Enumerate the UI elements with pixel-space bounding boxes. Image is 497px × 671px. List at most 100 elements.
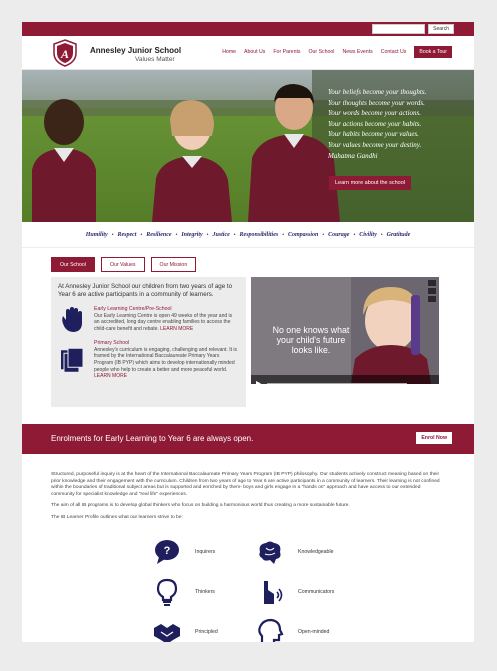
separator-dot: •	[233, 231, 236, 238]
search-button[interactable]: Search	[428, 24, 454, 34]
nav-about-us[interactable]: About Us	[244, 49, 265, 55]
profile-label: Thinkers	[195, 589, 215, 595]
video-caption: No one knows what your child's future lo…	[272, 325, 350, 355]
enrolment-banner: Enrolments for Early Learning to Year 6 …	[22, 424, 474, 454]
hero-section: Your beliefs become your thoughts. Your …	[22, 70, 474, 222]
separator-dot: •	[282, 231, 284, 238]
video-player[interactable]: No one knows what your child's future lo…	[251, 277, 439, 384]
quote-line: Your words become your actions.	[328, 109, 422, 118]
head-icon	[258, 618, 284, 642]
profile-communicators: Communicators	[256, 578, 334, 606]
video-side-controls	[428, 280, 436, 302]
school-tagline: Values Matter	[135, 56, 175, 63]
separator-dot: •	[206, 231, 209, 238]
books-icon	[61, 347, 84, 373]
quote-line: Your thoughts become your words.	[328, 98, 425, 107]
separator-dot: •	[322, 231, 325, 238]
feature-title: Early Learning Centre/Pre-School	[94, 305, 172, 312]
value-item: Resilience	[146, 231, 172, 238]
quote-line: Your actions become your habits.	[328, 119, 422, 128]
handshake-icon	[154, 624, 180, 642]
lightbulb-icon	[156, 578, 178, 606]
quote-attribution: Mahatma Gandhi	[328, 151, 378, 160]
feature-text: Our Early Learning Centre is open 49 wee…	[94, 313, 239, 333]
hero-quote: Your beliefs become your thoughts. Your …	[328, 87, 426, 161]
share-icon[interactable]	[428, 296, 436, 302]
speech-bubble-icon: ?	[155, 540, 179, 564]
profile-inquirers: ? Inquirers	[153, 538, 215, 566]
like-icon[interactable]	[428, 280, 436, 286]
main-nav: Home About Us For Parents Our School New…	[222, 46, 452, 58]
svg-text:A: A	[60, 47, 69, 61]
top-bar: Search	[22, 22, 474, 36]
body-paragraph: The IB Learner Profile outlines what our…	[51, 514, 183, 520]
tab-our-mission[interactable]: Our Mission	[150, 257, 197, 272]
feature-early-learning: Early Learning Centre/Pre-School Our Ear…	[58, 306, 239, 334]
nav-contact-us[interactable]: Contact Us	[381, 49, 407, 55]
profile-open-minded: Open-minded	[256, 618, 329, 642]
separator-dot: •	[175, 231, 178, 238]
our-school-panel: At Annesley Junior School our children f…	[51, 277, 246, 407]
separator-dot: •	[353, 231, 356, 238]
separator-dot: •	[111, 231, 114, 238]
feature-body: Early Learning Centre/Pre-School Our Ear…	[94, 306, 239, 334]
feature-description: Annesley's curriculum is engaging, chall…	[94, 346, 237, 373]
book-a-tour-button[interactable]: Book a Tour	[414, 46, 452, 58]
watch-later-icon[interactable]	[428, 288, 436, 294]
play-icon[interactable]	[251, 379, 439, 384]
learn-more-link[interactable]: LEARN MORE	[94, 373, 127, 379]
separator-dot: •	[140, 231, 143, 238]
value-item: Civility	[359, 231, 377, 238]
nav-our-school[interactable]: Our School	[309, 49, 335, 55]
feature-title: Primary School	[94, 339, 130, 346]
search-input[interactable]	[372, 24, 426, 34]
value-item: Courage	[328, 231, 350, 238]
profile-knowledgeable: Knowledgeable	[256, 538, 333, 566]
feature-text: Annesley's curriculum is engaging, chall…	[94, 347, 239, 381]
nav-news-events[interactable]: News Events	[342, 49, 372, 55]
banner-text: Enrolments for Early Learning to Year 6 …	[51, 434, 254, 443]
nav-for-parents[interactable]: For Parents	[273, 49, 300, 55]
site-header: A Annesley Junior School Values Matter H…	[22, 36, 474, 70]
value-item: Respect	[117, 231, 137, 238]
brain-icon	[259, 541, 281, 564]
profile-principled: Principled	[153, 618, 218, 642]
profile-label: Inquirers	[195, 549, 216, 555]
value-item: Humility	[85, 231, 108, 238]
search-form: Search	[372, 24, 454, 34]
learn-more-button[interactable]: Learn more about the school	[329, 176, 412, 190]
enrol-now-button[interactable]: Enrol Now	[416, 432, 452, 444]
megaphone-icon	[264, 581, 283, 604]
value-item: Responsibilities	[239, 231, 279, 238]
school-crest-logo[interactable]: A	[52, 39, 78, 67]
body-paragraph: Structured, purposeful inquiry is at the…	[51, 472, 440, 497]
separator-dot: •	[380, 231, 383, 238]
values-strip: Humility • Respect • Resilience • Integrity…	[22, 222, 474, 248]
profile-label: Open-minded	[298, 629, 330, 635]
tab-our-values[interactable]: Our Values	[100, 257, 145, 272]
ib-program-section: Structured, purposeful inquiry is at the…	[51, 472, 445, 527]
value-item: Justice	[212, 231, 230, 238]
quote-line: Your habits become your values.	[328, 130, 419, 139]
nav-home[interactable]: Home	[222, 49, 236, 55]
tab-our-school[interactable]: Our School	[51, 257, 95, 272]
quote-line: Your beliefs become your thoughts.	[328, 88, 427, 96]
quote-line: Your values become your destiny.	[328, 140, 422, 149]
body-paragraph: The aim of all IB programs is to develop…	[51, 503, 350, 509]
profile-label: Knowledgeable	[298, 549, 334, 555]
page: Search A Annesley Junior School Values M…	[22, 22, 474, 642]
profile-label: Communicators	[298, 589, 335, 595]
feature-primary-school: Primary School Annesley's curriculum is …	[58, 340, 239, 381]
video-control-bar[interactable]	[251, 375, 439, 384]
hand-icon	[62, 306, 82, 332]
profile-thinkers: Thinkers	[153, 578, 215, 606]
svg-text:?: ?	[164, 545, 171, 557]
content-tabs: Our School Our Values Our Mission	[22, 248, 474, 280]
profile-label: Principled	[195, 629, 218, 635]
value-item: Gratitude	[386, 231, 411, 238]
value-item: Compassion	[287, 231, 319, 238]
school-name: Annesley Junior School	[90, 46, 182, 55]
learn-more-link[interactable]: LEARN MORE	[160, 326, 193, 332]
panel-intro: At Annesley Junior School our children f…	[58, 283, 233, 299]
value-item: Integrity	[181, 231, 203, 238]
